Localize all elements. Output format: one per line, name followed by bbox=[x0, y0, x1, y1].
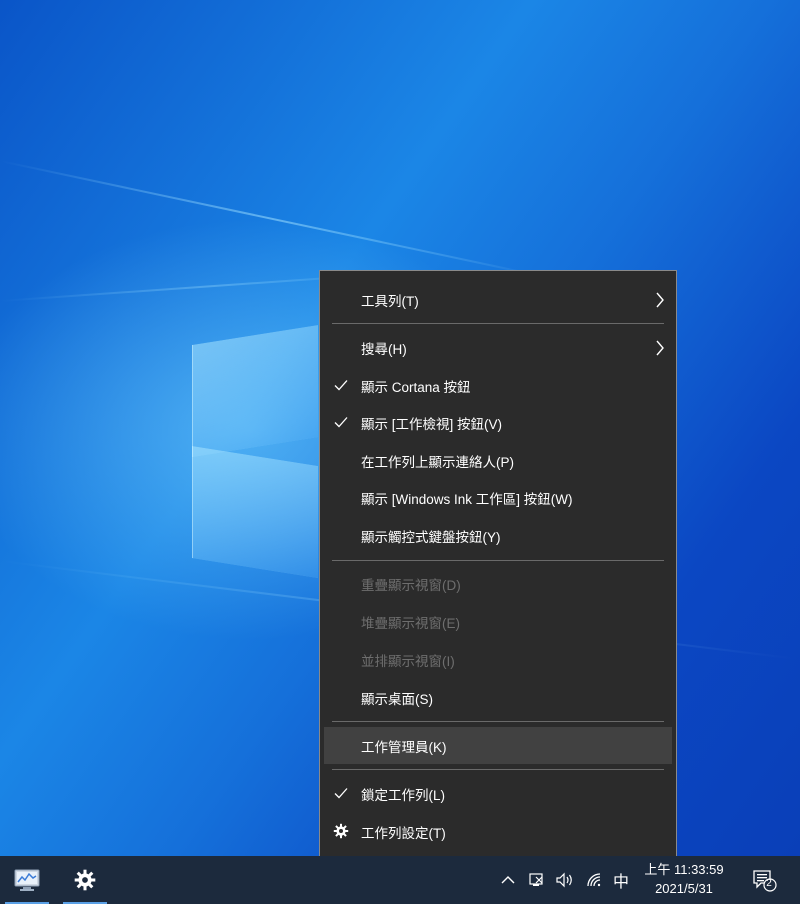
menu-separator bbox=[332, 769, 664, 770]
menu-item-toolbars[interactable]: 工具列(T) bbox=[320, 281, 676, 318]
menu-separator bbox=[332, 721, 664, 722]
menu-item-cascade-windows: 重疊顯示視窗(D) bbox=[320, 565, 676, 602]
menu-item-label: 搜尋(H) bbox=[361, 341, 407, 357]
clock-date: 2021/5/31 bbox=[655, 881, 713, 896]
show-hidden-icons-button[interactable] bbox=[496, 856, 520, 904]
menu-item-label: 工作管理員(K) bbox=[361, 739, 447, 755]
taskbar-app-resource-monitor[interactable] bbox=[3, 856, 51, 904]
menu-item-label: 並排顯示視窗(I) bbox=[361, 653, 455, 669]
wifi-icon bbox=[587, 873, 601, 887]
taskbar-app-settings[interactable] bbox=[61, 856, 109, 904]
menu-item-label: 工具列(T) bbox=[361, 293, 419, 309]
gear-icon bbox=[74, 869, 96, 891]
ime-indicator[interactable]: 中 bbox=[610, 856, 632, 904]
monitor-chart-icon bbox=[14, 869, 40, 891]
menu-item-label: 重疊顯示視窗(D) bbox=[361, 577, 461, 593]
menu-item-taskbar-settings[interactable]: 工作列設定(T) bbox=[320, 813, 676, 850]
chevron-right-icon bbox=[656, 340, 664, 356]
menu-separator bbox=[332, 323, 664, 324]
menu-item-show-desktop[interactable]: 顯示桌面(S) bbox=[320, 679, 676, 716]
wifi-button[interactable] bbox=[582, 856, 608, 904]
windows-logo-pane-top-left bbox=[192, 325, 318, 457]
checkmark-icon bbox=[334, 788, 348, 799]
clock-time: 上午 11:33:59 bbox=[644, 862, 724, 877]
chevron-up-icon bbox=[501, 876, 515, 884]
menu-item-label: 在工作列上顯示連絡人(P) bbox=[361, 454, 514, 470]
action-center-button[interactable]: 2 bbox=[744, 856, 784, 904]
ime-label: 中 bbox=[612, 874, 629, 891]
menu-item-search[interactable]: 搜尋(H) bbox=[320, 329, 676, 366]
volume-button[interactable] bbox=[552, 856, 578, 904]
menu-item-task-manager[interactable]: 工作管理員(K) bbox=[324, 727, 672, 764]
menu-item-side-by-side-windows: 並排顯示視窗(I) bbox=[320, 641, 676, 678]
menu-item-label: 堆疊顯示視窗(E) bbox=[361, 615, 460, 631]
menu-item-show-contacts[interactable]: 在工作列上顯示連絡人(P) bbox=[320, 442, 676, 479]
gear-icon bbox=[333, 823, 349, 839]
menu-item-label: 工作列設定(T) bbox=[361, 825, 446, 841]
menu-item-lock-taskbar[interactable]: 鎖定工作列(L) bbox=[320, 775, 676, 812]
menu-item-label: 鎖定工作列(L) bbox=[361, 787, 445, 803]
notification-count-badge: 2 bbox=[766, 878, 772, 889]
checkmark-icon bbox=[334, 380, 348, 391]
taskbar-context-menu: 工具列(T) 搜尋(H) 顯示 Cortana 按鈕 顯示 [工作檢視] 按鈕(… bbox=[319, 270, 677, 859]
menu-item-label: 顯示 [工作檢視] 按鈕(V) bbox=[361, 416, 502, 432]
menu-item-label: 顯示觸控式鍵盤按鈕(Y) bbox=[361, 529, 501, 545]
menu-item-label: 顯示 Cortana 按鈕 bbox=[361, 379, 471, 395]
network-disconnected-icon bbox=[529, 873, 543, 886]
menu-item-show-cortana[interactable]: 顯示 Cortana 按鈕 bbox=[320, 367, 676, 404]
menu-item-show-windows-ink[interactable]: 顯示 [Windows Ink 工作區] 按鈕(W) bbox=[320, 479, 676, 516]
menu-item-show-touch-keyboard[interactable]: 顯示觸控式鍵盤按鈕(Y) bbox=[320, 517, 676, 554]
menu-separator bbox=[332, 560, 664, 561]
menu-item-stack-windows: 堆疊顯示視窗(E) bbox=[320, 603, 676, 640]
network-status-button[interactable] bbox=[524, 856, 550, 904]
wallpaper-light-beam bbox=[0, 160, 548, 279]
taskbar-clock[interactable]: 上午 11:33:59 2021/5/31 bbox=[636, 860, 732, 898]
menu-item-label: 顯示 [Windows Ink 工作區] 按鈕(W) bbox=[361, 491, 573, 507]
menu-item-show-task-view[interactable]: 顯示 [工作檢視] 按鈕(V) bbox=[320, 404, 676, 441]
taskbar[interactable]: 中 上午 11:33:59 2021/5/31 2 bbox=[0, 856, 800, 904]
volume-icon bbox=[556, 872, 572, 888]
menu-item-label: 顯示桌面(S) bbox=[361, 691, 433, 707]
windows-logo-pane-bottom-left bbox=[192, 446, 318, 578]
checkmark-icon bbox=[334, 417, 348, 428]
chevron-right-icon bbox=[656, 292, 664, 308]
